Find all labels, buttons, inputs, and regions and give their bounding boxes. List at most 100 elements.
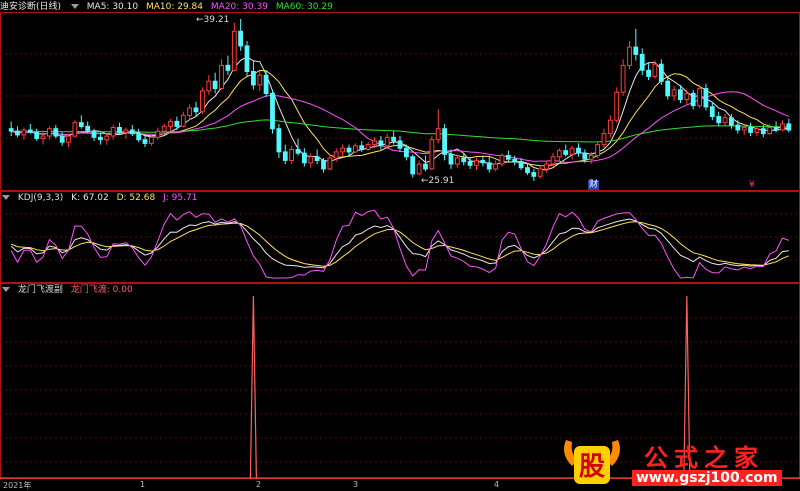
candle [588,155,594,160]
candle [467,161,473,166]
ma60-label: MA60: 30.29 [275,2,333,12]
dropdown-triangle-icon[interactable] [2,195,10,200]
candle [276,128,282,153]
candle [289,149,295,161]
candle [372,140,377,146]
candle [308,156,314,164]
candle [493,163,499,170]
candle [321,159,326,170]
candle [53,128,59,137]
financial-report-marker[interactable]: 财 [588,180,600,190]
candle [697,88,703,107]
candle [531,172,537,177]
candle [378,140,384,147]
candle [98,136,103,141]
candle [295,149,301,154]
candle [455,157,460,165]
chart-canvas[interactable] [0,0,800,491]
candle [149,136,154,144]
candle [442,128,448,155]
candle [40,135,46,140]
candle [684,92,690,101]
candle [537,168,543,177]
candle [212,80,218,89]
candle [270,92,275,130]
candle [110,127,116,137]
candle [384,136,390,147]
candle [91,130,97,138]
candle [569,147,575,155]
candle [486,162,492,170]
candle [263,74,269,94]
kdj-d-label: D: 52.68 [116,193,156,203]
candle [709,106,715,118]
ma5-label: MA5: 30.10 [86,2,139,12]
candle [180,114,186,127]
candle [353,145,358,153]
candle [525,167,530,174]
x-axis-label: 4 [494,480,500,489]
candle [748,127,754,133]
candle [200,90,205,113]
x-axis-label: 2021年 [3,481,32,490]
candle [66,135,71,143]
candle [671,89,677,97]
dividend-marker[interactable]: ¥ [749,180,755,190]
candle [550,156,556,165]
candle [47,128,52,137]
candle [499,155,505,165]
candle [327,157,333,170]
candle [429,139,435,170]
candle [595,144,601,157]
candle [741,127,747,131]
candle [225,64,231,71]
candle [129,129,135,135]
candle [282,151,288,161]
watermark-logo-char: 股 [579,452,605,482]
candle [365,144,371,151]
candle [722,117,728,124]
kdj-j-line [10,209,789,279]
candle [85,125,91,132]
ma20-label: MA20: 30.39 [210,2,268,12]
candle [518,161,524,169]
candle [238,30,243,47]
candle [142,139,148,144]
candle [646,69,652,77]
candle [703,88,709,108]
dropdown-triangle-icon[interactable] [70,4,79,9]
candle [251,71,256,86]
candle [187,107,192,116]
main-panel-header: 迪安诊断(日线) MA5: 30.10 MA10: 29.84 MA20: 30… [0,0,338,14]
candle [72,122,78,137]
candle [678,89,683,101]
candle [435,128,441,141]
dropdown-triangle-icon[interactable] [2,287,10,292]
candle [639,53,645,71]
candle [78,122,84,127]
candle [448,153,454,165]
candle [652,63,658,77]
candle [346,147,352,153]
candle [627,46,632,66]
kdj-k-line [10,218,789,269]
candle [582,152,588,160]
kdj-j-label: J: 95.71 [163,193,198,203]
kdj-panel-header: KDJ(9,3,3) K: 67.02 D: 52.68 J: 95.71 [0,191,202,205]
candle [735,124,741,131]
candle [461,157,467,163]
candle [34,131,40,139]
high-price-label: ←39.21 [196,15,230,25]
watermark: 股 公式之家 www.gszj100.com [558,432,800,491]
candle [607,119,613,135]
candle [410,156,416,175]
main-panel-title: 迪安诊断(日线) [0,2,62,12]
candle [117,127,122,133]
stock-chart-window: 迪安诊断(日线) MA5: 30.10 MA10: 29.84 MA20: 30… [0,0,800,491]
candle [404,147,409,158]
candle [716,116,722,124]
candle [168,120,173,127]
candle [786,123,792,131]
candle [206,80,212,92]
candle [480,159,486,164]
